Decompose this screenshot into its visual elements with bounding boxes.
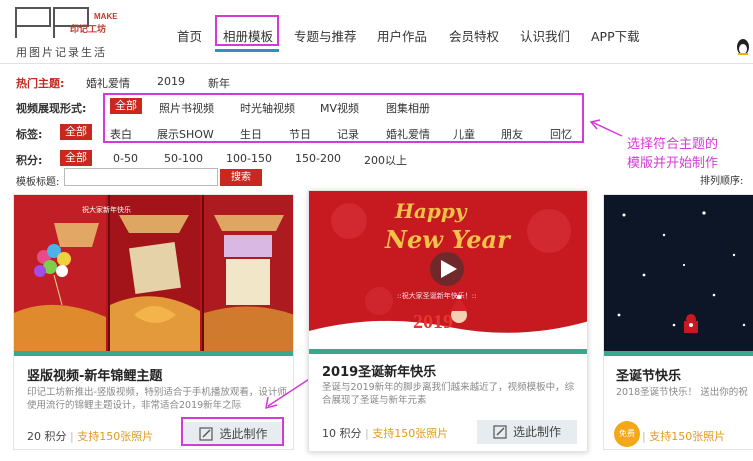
template-card-christmas-newyear[interactable]: Happy New Year ::祝大家圣诞新年快乐！:: 2019 2019圣… bbox=[308, 190, 588, 452]
select-template-button[interactable]: 选此制作 bbox=[477, 420, 577, 444]
card-points: 20 积分 bbox=[27, 430, 67, 443]
points-option-all[interactable]: 全部 bbox=[60, 150, 92, 166]
template-title-input[interactable] bbox=[64, 168, 218, 186]
nav-app-download[interactable]: APP下载 bbox=[591, 26, 640, 45]
hot-topic-new-year[interactable]: 新年 bbox=[208, 75, 230, 91]
free-badge: 免费 bbox=[614, 421, 640, 447]
logo-tagline: 用图片记录生活 bbox=[16, 46, 107, 59]
card-title[interactable]: 竖版视频-新年锦鲤主题 bbox=[27, 365, 162, 384]
nav-about-us[interactable]: 认识我们 bbox=[520, 26, 570, 45]
tags-label: 标签: bbox=[16, 128, 43, 141]
template-card-koi[interactable]: 祝大家新年快乐 竖版视频-新年锦鲤主题 印记工坊新推出-竖版视频，特别适合于手机… bbox=[13, 194, 294, 450]
card-photo-capacity: 支持150张照片 bbox=[649, 430, 726, 443]
nav-active-highlight bbox=[215, 15, 279, 46]
hot-topic-wedding[interactable]: 婚礼爱情 bbox=[86, 75, 130, 91]
penguin-icon[interactable] bbox=[736, 38, 750, 56]
card-meta: 10 积分 | 支持150张照片 bbox=[322, 427, 449, 440]
thumbnail-year-text: 2019 bbox=[413, 311, 453, 333]
card-description: 印记工坊新推出-竖版视频，特别适合于手机播放观看，设计师使用流行的锦鲤主题设计，… bbox=[27, 387, 287, 411]
logo-brand-text: 印记工坊 bbox=[70, 25, 107, 35]
tag-option-all[interactable]: 全部 bbox=[60, 124, 92, 140]
annotation-line-1: 选择符合主题的 bbox=[627, 137, 719, 152]
template-thumbnail-koi[interactable] bbox=[14, 195, 294, 351]
template-card-christmas[interactable]: 圣诞节快乐 2018圣诞节快乐！ 送出你的祝 免费 | 支持150张照片 bbox=[603, 194, 753, 450]
video-form-label: 视频展现形式: bbox=[16, 102, 87, 115]
points-option-50-100[interactable]: 50-100 bbox=[164, 152, 203, 165]
search-button[interactable]: 搜索 bbox=[220, 169, 262, 186]
points-option-200-plus[interactable]: 200以上 bbox=[364, 152, 407, 168]
card-title[interactable]: 圣诞节快乐 bbox=[616, 365, 681, 384]
filter-highlight-box bbox=[103, 93, 584, 143]
card-description: 圣诞与2019新年的脚步离我们越来越近了，视频模板中，综合展现了圣诞与新年元素 bbox=[322, 382, 575, 406]
card-title[interactable]: 2019圣诞新年快乐 bbox=[322, 361, 436, 380]
logo-make-text: MAKE bbox=[94, 12, 118, 21]
nav-active-underline bbox=[215, 49, 279, 52]
card-accent-bar bbox=[14, 351, 293, 356]
template-title-label: 模板标题: bbox=[16, 177, 60, 188]
points-option-100-150[interactable]: 100-150 bbox=[226, 152, 272, 165]
button-highlight-box bbox=[181, 417, 284, 446]
annotation-arrow-icon bbox=[589, 119, 623, 137]
sort-order-label[interactable]: 排列顺序: bbox=[700, 172, 743, 187]
thumbnail-subtitle: ::祝大家圣诞新年快乐！:: bbox=[397, 292, 477, 300]
template-thumbnail-christmas[interactable] bbox=[604, 195, 753, 351]
hot-topic-2019[interactable]: 2019 bbox=[157, 75, 185, 88]
select-template-label: 选此制作 bbox=[512, 425, 561, 439]
card-accent-bar bbox=[604, 351, 753, 356]
thumbnail-caption: 祝大家新年快乐 bbox=[82, 206, 131, 214]
nav-user-works[interactable]: 用户作品 bbox=[377, 26, 427, 45]
points-label: 积分: bbox=[16, 154, 43, 167]
nav-topics[interactable]: 专题与推荐 bbox=[294, 26, 357, 45]
points-option-150-200[interactable]: 150-200 bbox=[295, 152, 341, 165]
edit-icon bbox=[493, 425, 507, 439]
header-divider bbox=[0, 63, 753, 64]
card-photo-capacity: 支持150张照片 bbox=[372, 427, 449, 440]
hot-topics-label: 热门主题: bbox=[16, 77, 65, 90]
card-meta: | 支持150张照片 bbox=[642, 430, 726, 443]
thumbnail-new-year-text: New Year bbox=[385, 225, 510, 254]
card-description: 2018圣诞节快乐！ 送出你的祝 bbox=[616, 387, 748, 398]
points-option-0-50[interactable]: 0-50 bbox=[113, 152, 138, 165]
card-points: 10 积分 bbox=[322, 427, 362, 440]
annotation-line-2: 模版并开始制作 bbox=[627, 156, 719, 171]
nav-home[interactable]: 首页 bbox=[177, 26, 202, 45]
card-meta: 20 积分 | 支持150张照片 bbox=[27, 430, 154, 443]
card-photo-capacity: 支持150张照片 bbox=[77, 430, 154, 443]
card-accent-bar bbox=[309, 349, 587, 354]
thumbnail-happy-text: Happy bbox=[395, 199, 467, 223]
nav-member-privileges[interactable]: 会员特权 bbox=[449, 26, 499, 45]
